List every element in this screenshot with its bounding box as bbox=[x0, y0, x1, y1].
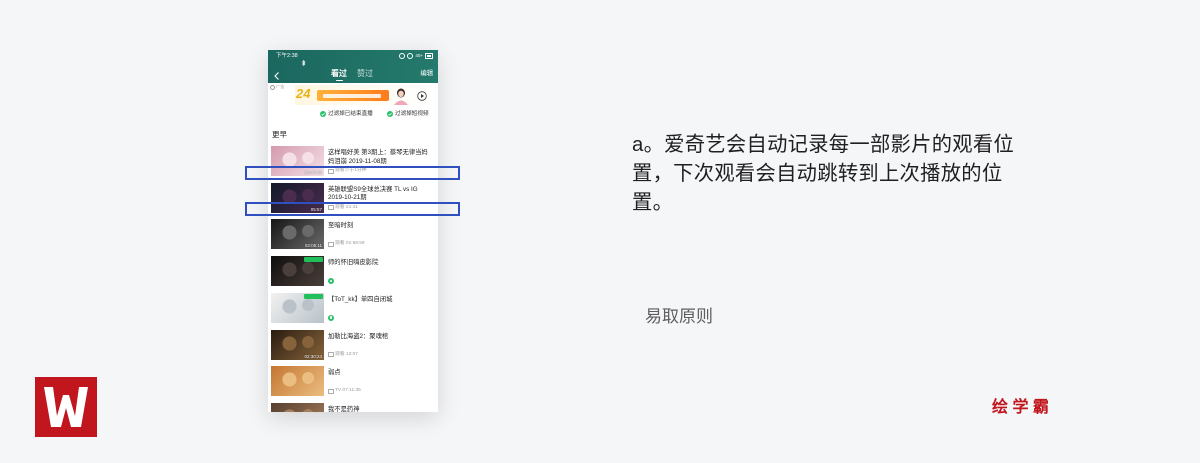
device-icon bbox=[328, 241, 334, 247]
watch-progress: TV 07:11:35 bbox=[328, 388, 361, 394]
wifi-icon bbox=[407, 53, 414, 59]
history-item[interactable]: 02:05:11 至暗时刻观看 01:58:59 bbox=[268, 219, 438, 250]
video-title[interactable]: 加勒比海盗2：聚魂棺 bbox=[328, 333, 433, 342]
video-thumbnail[interactable] bbox=[271, 292, 324, 323]
ad-person-image bbox=[392, 87, 410, 105]
watch-progress bbox=[328, 314, 334, 321]
active-tab-indicator bbox=[336, 80, 343, 82]
section-title: 更早 bbox=[272, 130, 287, 139]
phone-screenshot: 下午2:38 40+ 看过 赞过 编辑 广告 24 过滤掉已结束直播 过滤掉短视… bbox=[268, 50, 438, 412]
filter-row: 过滤掉已结束直播 过滤掉短视频 bbox=[268, 110, 438, 119]
filter-ended-live-label: 过滤掉已结束直播 bbox=[328, 111, 373, 117]
ad-label-text: 广告 bbox=[276, 84, 285, 89]
video-thumbnail[interactable]: 02:05:11 bbox=[271, 219, 324, 250]
device-icon bbox=[328, 388, 334, 394]
history-item[interactable]: 弱点 TV 07:11:35 bbox=[268, 366, 438, 397]
back-icon[interactable] bbox=[273, 68, 281, 80]
history-item[interactable]: 【ToT_kk】单四自闭城 bbox=[268, 292, 438, 323]
ad-banner-strip bbox=[317, 90, 389, 101]
video-title[interactable]: 【ToT_kk】单四自闭城 bbox=[328, 296, 433, 305]
description-line: 置，下次观看会自动跳转到上次播放的位 bbox=[632, 163, 1003, 185]
status-bar: 下午2:38 40+ bbox=[268, 50, 438, 67]
play-circle-icon[interactable] bbox=[417, 88, 427, 101]
filter-short-video-label: 过滤掉短视频 bbox=[395, 111, 429, 117]
principle-label: 易取原则 bbox=[645, 307, 713, 326]
check-circle-icon bbox=[320, 111, 326, 117]
tab-liked[interactable]: 赞过 bbox=[357, 69, 373, 78]
watch-progress: 观看 01:58:59 bbox=[328, 241, 365, 247]
tab-watched[interactable]: 看过 bbox=[331, 69, 347, 78]
device-icon bbox=[328, 352, 334, 357]
battery-icon bbox=[425, 53, 433, 59]
history-item[interactable]: 02:30:24 加勒比海盗2：聚魂棺观看 13:07 bbox=[268, 329, 438, 360]
highlight-box-watch-progress bbox=[245, 202, 460, 216]
video-title[interactable]: 我不是药神 bbox=[328, 406, 433, 412]
ad-banner[interactable]: 24 bbox=[295, 85, 432, 105]
alarm-icon bbox=[399, 53, 406, 59]
filter-short-video[interactable]: 过滤掉短视频 bbox=[387, 110, 429, 118]
video-duration: 02:30:24 bbox=[304, 353, 322, 359]
live-status-icon bbox=[328, 314, 334, 321]
video-title[interactable]: 至暗时刻 bbox=[328, 222, 433, 231]
description: a。爱奇艺会自动记录每一部影片的观看位 置，下次观看会自动跳转到上次播放的位 置… bbox=[632, 131, 1014, 218]
live-tag bbox=[304, 293, 323, 299]
ad-label: 广告 bbox=[270, 84, 284, 90]
video-thumbnail[interactable] bbox=[271, 256, 324, 287]
watch-progress: 观看 13:07 bbox=[328, 352, 358, 358]
watch-progress-text: TV 07:11:35 bbox=[335, 388, 361, 394]
video-duration: 02:05:11 bbox=[304, 243, 322, 249]
live-tag bbox=[304, 257, 323, 263]
video-title[interactable]: 弱点 bbox=[328, 369, 433, 378]
watch-progress-text: 观看 01:58:59 bbox=[335, 241, 365, 247]
edit-button[interactable]: 编辑 bbox=[420, 70, 433, 77]
history-list: 00:47:08 这样唱好美 第3期上：蔡琴无律当妈妈泪崩 2019-11-08期… bbox=[268, 146, 438, 412]
description-line: a。爱奇艺会自动记录每一部影片的观看位 bbox=[632, 134, 1015, 156]
brand-name: 绘 学 霸 bbox=[992, 399, 1049, 416]
watch-progress-text: 观看 13:07 bbox=[335, 351, 358, 357]
network-label: 40+ bbox=[415, 53, 423, 58]
check-circle-icon bbox=[387, 111, 393, 117]
status-time: 下午2:38 bbox=[276, 53, 298, 59]
video-title[interactable]: 这样唱好美 第3期上：蔡琴无律当妈妈泪崩 2019-11-08期 bbox=[328, 149, 433, 166]
history-item[interactable]: 师的怀旧嗨皮影院 bbox=[268, 256, 438, 287]
video-thumbnail[interactable]: 02:30:24 bbox=[271, 329, 324, 360]
description-line: 置。 bbox=[632, 192, 674, 214]
highlight-box-watch-progress bbox=[245, 166, 460, 180]
video-thumbnail[interactable] bbox=[271, 402, 324, 412]
app-header: 下午2:38 40+ 看过 赞过 编辑 bbox=[268, 50, 438, 83]
video-title[interactable]: 英雄联盟S9全球总决赛 TL vs IG 2019-10-21期 bbox=[328, 186, 433, 203]
ad-info-icon bbox=[270, 84, 275, 90]
video-thumbnail[interactable] bbox=[271, 366, 324, 397]
brand-logo bbox=[35, 377, 97, 437]
status-icons: 40+ bbox=[399, 53, 433, 59]
history-item[interactable]: 我不是药神 bbox=[268, 402, 438, 412]
bluetooth-icon bbox=[301, 53, 306, 67]
video-title[interactable]: 师的怀旧嗨皮影院 bbox=[328, 259, 433, 268]
filter-ended-live[interactable]: 过滤掉已结束直播 bbox=[320, 110, 373, 118]
live-status-icon bbox=[328, 278, 334, 285]
watch-progress bbox=[328, 278, 334, 285]
ad-banner-badge: 24 bbox=[296, 86, 311, 101]
